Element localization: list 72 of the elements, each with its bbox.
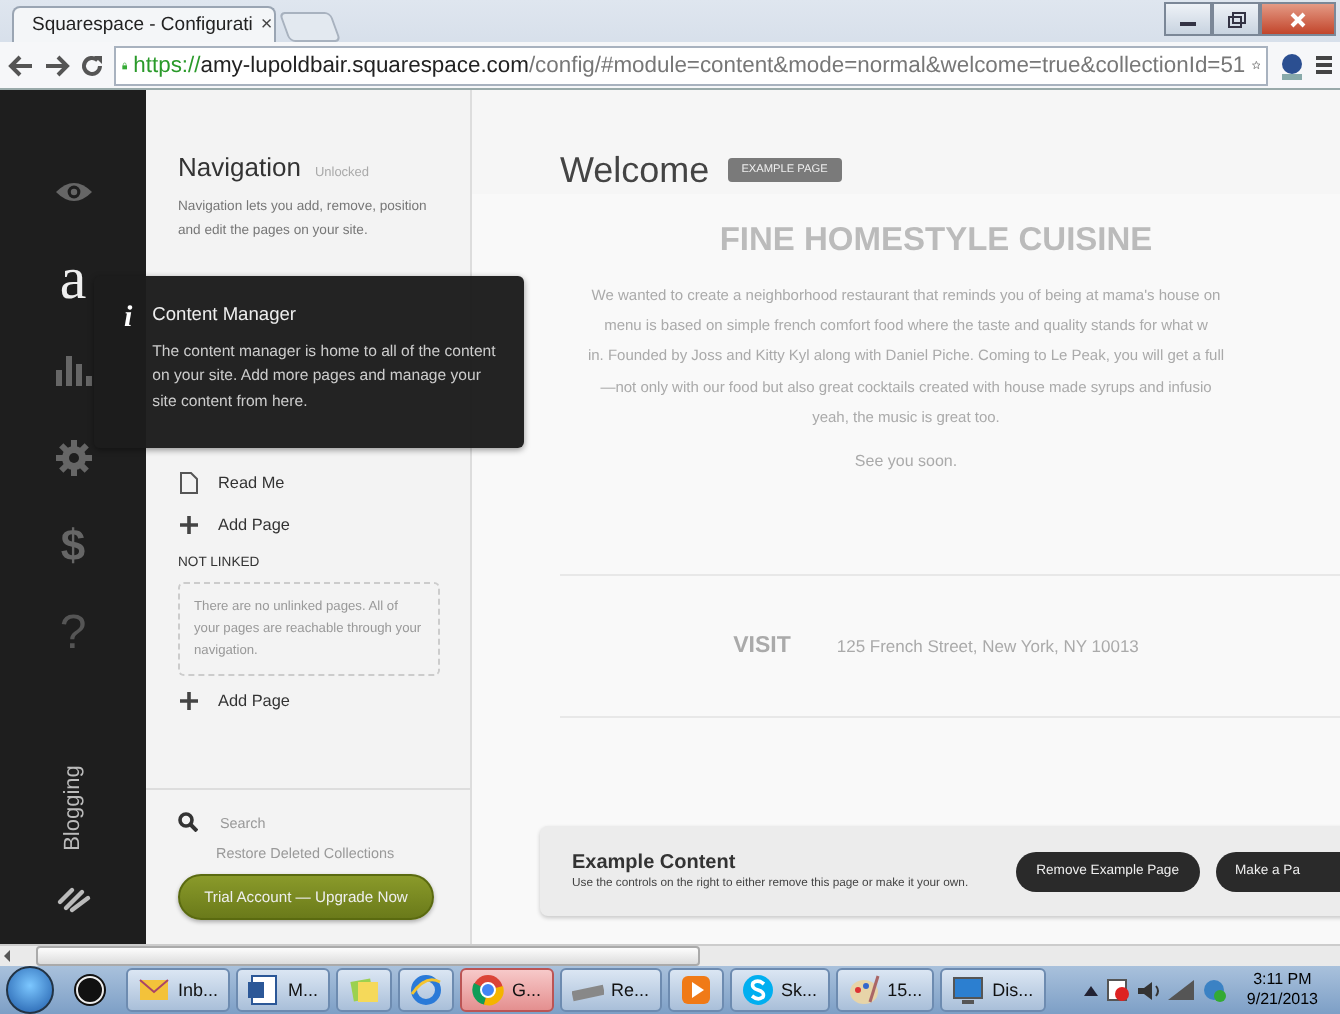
flag-icon[interactable] (1106, 978, 1131, 1002)
taskbar-button[interactable]: Dis... (940, 968, 1046, 1012)
menu-icon[interactable] (1316, 54, 1332, 76)
page-title: Welcome (560, 149, 710, 191)
signal-bars-icon[interactable] (1168, 980, 1195, 1000)
minimize-button[interactable] (1164, 2, 1212, 36)
up-caret-icon[interactable] (1084, 985, 1099, 995)
taskbar-button[interactable] (336, 968, 393, 1012)
restore-icon (1227, 11, 1245, 27)
folders-icon (348, 974, 381, 1006)
browser-e-icon (410, 974, 443, 1006)
forward-arrow-icon[interactable] (44, 53, 70, 77)
taskbar-button[interactable] (398, 968, 455, 1012)
close-icon (1290, 11, 1306, 27)
blogging-label[interactable]: Blogging (61, 764, 85, 851)
panel-title: Navigation (178, 152, 301, 182)
search-icon (178, 812, 198, 832)
add-page-link[interactable]: Add Page (178, 680, 440, 722)
plus-icon (179, 516, 197, 534)
address-text: 125 French Street, New York, NY 10013 (836, 636, 1139, 657)
taskbar-button[interactable]: Sk... (729, 968, 830, 1012)
settings-icon[interactable] (55, 439, 91, 476)
taskbar-button[interactable]: Re... (559, 968, 662, 1012)
taskbar-button[interactable]: M... (236, 968, 331, 1012)
maximize-button[interactable] (1212, 2, 1260, 36)
browser-tab[interactable]: Squarespace - Configurati × (12, 6, 276, 42)
nav-page-item[interactable]: Read Me (178, 462, 440, 504)
back-arrow-icon[interactable] (8, 53, 34, 77)
taskbar-label: Sk... (781, 980, 818, 1000)
tab-title: Squarespace - Configurati (32, 14, 253, 36)
taskbar-button[interactable]: 15... (835, 968, 935, 1012)
taskbar-label: Dis... (992, 980, 1034, 1000)
url-text: https://amy-lupoldbair.squarespace.com/config/#module=content&mode=normal&welcome=true&collectionId=51 (133, 53, 1246, 77)
eye-icon[interactable] (53, 180, 93, 205)
close-button[interactable] (1260, 2, 1336, 36)
add-page-link[interactable]: Add Page (178, 504, 440, 546)
envelope-icon (138, 974, 170, 1006)
taskbar-label: M... (288, 980, 319, 1000)
content-manager-letter[interactable]: a (59, 246, 87, 315)
extension-icon[interactable] (1278, 51, 1306, 79)
document-icon (248, 974, 281, 1006)
start-button[interactable] (6, 966, 54, 1014)
play-icon (679, 974, 712, 1006)
taskbar-label: 15... (887, 980, 923, 1000)
taskbar-label: Re... (611, 980, 650, 1000)
address-bar[interactable]: https://amy-lupoldbair.squarespace.com/config/#module=content&mode=normal&welcome=true&collectionId=51 (114, 45, 1268, 85)
taskbar-button[interactable]: Inb... (126, 968, 231, 1012)
taskbar-button[interactable] (667, 968, 724, 1012)
page-icon (179, 472, 197, 494)
palette-icon (847, 974, 880, 1006)
notice-title: Example Content (572, 852, 738, 874)
visit-label: VISIT (733, 634, 791, 659)
tooltip-title: Content Manager (152, 304, 299, 324)
clock-date: 9/21/2013 (1246, 990, 1318, 1010)
taskbar-label: G... (512, 980, 542, 1000)
closing-line: See you soon. (854, 452, 958, 471)
taskbar-button[interactable]: G... (460, 968, 554, 1012)
bar-chart-icon[interactable] (55, 352, 91, 387)
plus-icon (179, 692, 197, 710)
taskbar-label: Inb... (178, 980, 219, 1000)
logo-icon[interactable] (55, 885, 91, 914)
reload-icon[interactable] (80, 53, 104, 77)
info-icon: i (124, 304, 133, 448)
clock-time: 3:11 PM (1253, 970, 1312, 990)
hp-logo-icon[interactable] (70, 970, 110, 1010)
s-chat-icon (741, 974, 774, 1006)
section-heading: FINE HOMESTYLE CUISINE (719, 222, 1153, 260)
monitor-icon (952, 974, 985, 1006)
scrollbar-thumb[interactable] (36, 946, 700, 966)
speaker-icon[interactable] (1138, 979, 1161, 1001)
tab-close-button[interactable]: × (260, 14, 273, 36)
chrome-browser-icon (472, 974, 505, 1006)
